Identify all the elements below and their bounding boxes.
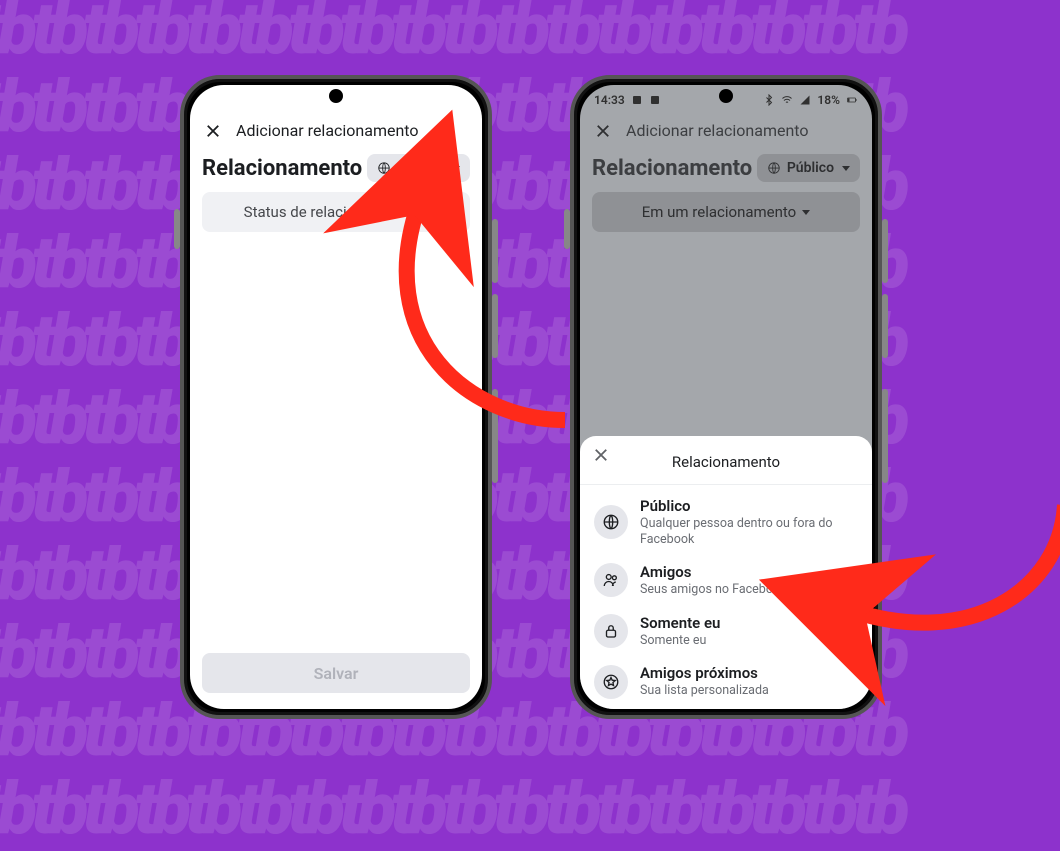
phone-side-button bbox=[882, 294, 888, 358]
sheet-header: Relacionamento bbox=[580, 446, 872, 485]
phone-side-button bbox=[564, 209, 570, 249]
phone-side-button bbox=[882, 389, 888, 483]
phone-left: Adicionar relacionamento Relacionamento … bbox=[180, 75, 492, 719]
option-label: Público bbox=[640, 497, 858, 515]
option-subtitle: Somente eu bbox=[640, 633, 720, 649]
sheet-close-button[interactable] bbox=[592, 446, 610, 464]
section-bar: Relacionamento Público bbox=[190, 150, 482, 192]
chevron-down-icon bbox=[842, 166, 850, 171]
close-icon bbox=[592, 446, 610, 464]
audience-bottom-sheet: Relacionamento Público Qualquer pessoa d… bbox=[580, 436, 872, 709]
audience-option-only-me[interactable]: Somente eu Somente eu bbox=[580, 606, 872, 657]
statusbar-time: 14:33 bbox=[594, 93, 625, 107]
page-title: Adicionar relacionamento bbox=[626, 121, 809, 140]
relationship-status-label: Status de relacionamento bbox=[244, 203, 415, 221]
globe-icon bbox=[377, 161, 391, 175]
audience-option-friends[interactable]: Amigos Seus amigos no Facebook bbox=[580, 555, 872, 606]
save-button-label: Salvar bbox=[314, 664, 359, 683]
option-label: Somente eu bbox=[640, 614, 720, 632]
phone-side-button bbox=[174, 209, 180, 249]
statusbar-app-icon bbox=[631, 94, 643, 106]
sheet-title: Relacionamento bbox=[672, 453, 780, 471]
signal-icon bbox=[799, 94, 811, 106]
screen-left: Adicionar relacionamento Relacionamento … bbox=[190, 85, 482, 709]
page-header: Adicionar relacionamento bbox=[580, 115, 872, 150]
page-title: Adicionar relacionamento bbox=[236, 121, 419, 140]
relationship-status-label: Em um relacionamento bbox=[642, 203, 796, 221]
lock-icon bbox=[594, 614, 628, 648]
relationship-status-selector[interactable]: Status de relacionamento bbox=[202, 192, 470, 232]
save-button[interactable]: Salvar bbox=[202, 653, 470, 693]
audience-option-public[interactable]: Público Qualquer pessoa dentro ou fora d… bbox=[580, 489, 872, 555]
audience-label: Público bbox=[787, 160, 834, 176]
relationship-status-selector[interactable]: Em um relacionamento bbox=[592, 192, 860, 232]
phone-camera bbox=[719, 89, 733, 103]
phone-right: 14:33 18% Adicionar relacionamento Relac… bbox=[570, 75, 882, 719]
close-icon bbox=[204, 122, 222, 140]
friends-icon bbox=[594, 563, 628, 597]
close-button[interactable] bbox=[204, 122, 222, 140]
chevron-down-icon bbox=[452, 166, 460, 171]
phone-side-button bbox=[882, 219, 888, 283]
star-icon bbox=[594, 665, 628, 699]
globe-icon bbox=[594, 505, 628, 539]
bluetooth-icon bbox=[763, 94, 775, 106]
phone-camera bbox=[329, 89, 343, 103]
battery-icon bbox=[846, 94, 858, 106]
option-subtitle: Sua lista personalizada bbox=[640, 683, 769, 699]
option-label: Amigos bbox=[640, 563, 786, 581]
wifi-icon bbox=[781, 94, 793, 106]
audience-selector-button[interactable]: Público bbox=[367, 154, 470, 182]
globe-icon bbox=[767, 161, 781, 175]
close-button[interactable] bbox=[594, 122, 612, 140]
chevron-down-icon bbox=[420, 210, 428, 215]
phone-side-button bbox=[492, 389, 498, 483]
audience-selector-button[interactable]: Público bbox=[757, 154, 860, 182]
section-title: Relacionamento bbox=[202, 156, 362, 181]
option-subtitle: Seus amigos no Facebook bbox=[640, 582, 786, 598]
audience-label: Público bbox=[397, 160, 444, 176]
screen-right: 14:33 18% Adicionar relacionamento Relac… bbox=[580, 85, 872, 709]
statusbar-app-icon bbox=[649, 94, 661, 106]
audience-option-close-friends[interactable]: Amigos próximos Sua lista personalizada bbox=[580, 656, 872, 707]
phone-side-button bbox=[492, 294, 498, 358]
statusbar-battery-text: 18% bbox=[817, 93, 840, 107]
option-label: Amigos próximos bbox=[640, 664, 769, 682]
page-header: Adicionar relacionamento bbox=[190, 115, 482, 150]
phone-side-button bbox=[492, 219, 498, 283]
section-bar: Relacionamento Público bbox=[580, 150, 872, 192]
option-subtitle: Qualquer pessoa dentro ou fora do Facebo… bbox=[640, 516, 858, 547]
section-title: Relacionamento bbox=[592, 156, 752, 181]
chevron-down-icon bbox=[802, 210, 810, 215]
close-icon bbox=[594, 122, 612, 140]
